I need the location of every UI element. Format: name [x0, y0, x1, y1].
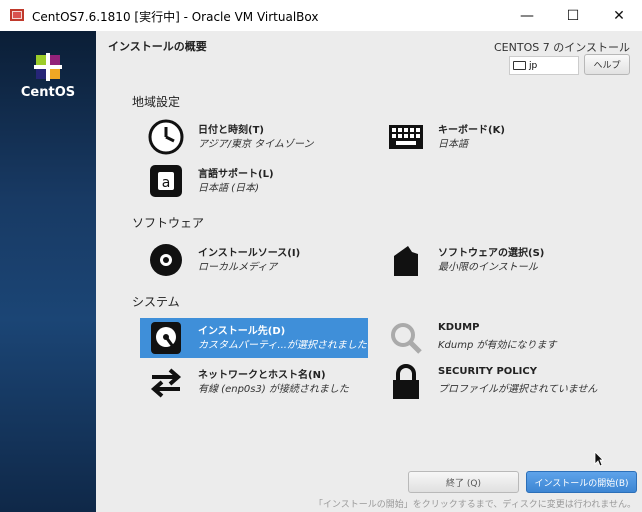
spoke-kdump-status: Kdump が有効になります: [438, 340, 557, 351]
disk-change-notice: 「インストールの開始」をクリックするまで、ディスクに変更は行われません。: [313, 500, 636, 510]
network-arrows-icon: [150, 368, 182, 398]
maximize-button[interactable]: ☐: [550, 0, 596, 31]
lock-icon: [393, 364, 419, 399]
virtualbox-icon: [10, 9, 24, 21]
spoke-keyboard-name: キーボード(K): [438, 125, 505, 136]
sidebar: CentOS: [0, 31, 96, 512]
spoke-install-source[interactable]: インストールソース(I) ローカルメディア: [140, 240, 368, 280]
magnifier-icon: [391, 323, 422, 354]
product-title: CENTOS 7 のインストール: [494, 41, 630, 54]
centos-brand: CentOS: [20, 85, 76, 100]
spoke-security-policy[interactable]: SECURITY POLICY プロファイルが選択されていません: [380, 362, 608, 402]
begin-installation-button[interactable]: インストールの開始(B): [526, 471, 637, 493]
minimize-button[interactable]: —: [504, 0, 550, 31]
page-title: インストールの概要: [108, 40, 207, 53]
help-button[interactable]: ヘルプ: [584, 54, 630, 75]
keyboard-layout-indicator[interactable]: jp: [509, 56, 579, 75]
main-panel: インストールの概要 CENTOS 7 のインストール jp ヘルプ 地域設定 日…: [96, 31, 642, 512]
spoke-kdump-name: KDUMP: [438, 322, 480, 333]
section-localization: 地域設定: [132, 95, 181, 109]
spoke-datetime-status: アジア/東京 タイムゾーン: [198, 139, 314, 150]
keyboard-layout-label: jp: [529, 60, 538, 71]
spoke-language-name: 言語サポート(L): [198, 169, 274, 180]
close-button[interactable]: ✕: [596, 0, 642, 31]
quit-button[interactable]: 終了 (Q): [408, 471, 519, 493]
spoke-keyboard-status: 日本語: [438, 139, 468, 150]
spoke-security-status: プロファイルが選択されていません: [438, 384, 598, 395]
spoke-language-status: 日本語 (日本): [198, 183, 259, 194]
spoke-kdump[interactable]: KDUMP Kdump が有効になります: [380, 318, 608, 358]
language-icon: a: [150, 165, 182, 197]
spoke-software-status: 最小限のインストール: [438, 262, 538, 273]
spoke-network[interactable]: ネットワークとホスト名(N) 有線 (enp0s3) が接続されました: [140, 362, 368, 402]
section-system: システム: [132, 295, 180, 309]
mouse-cursor-icon: [594, 451, 604, 467]
centos-logo-icon: [34, 53, 62, 81]
disc-icon: [150, 244, 182, 276]
installer-window: CentOS インストールの概要 CENTOS 7 のインストール jp ヘルプ…: [0, 31, 642, 512]
spoke-destination-name: インストール先(D): [198, 326, 286, 337]
keyboard-small-icon: [513, 61, 526, 70]
spoke-network-status: 有線 (enp0s3) が接続されました: [198, 384, 349, 395]
spoke-language[interactable]: a 言語サポート(L) 日本語 (日本): [140, 161, 368, 201]
spoke-datetime[interactable]: 日付と時刻(T) アジア/東京 タイムゾーン: [140, 117, 368, 157]
window-title: CentOS7.6.1810 [実行中] - Oracle VM Virtual…: [32, 10, 319, 24]
spoke-keyboard[interactable]: キーボード(K) 日本語: [380, 117, 608, 157]
spoke-install-destination[interactable]: インストール先(D) カスタムパーティ...が選択されました: [140, 318, 368, 358]
spoke-source-name: インストールソース(I): [198, 248, 301, 259]
section-software: ソフトウェア: [132, 216, 205, 230]
spoke-destination-status: カスタムパーティ...が選択されました: [198, 340, 367, 351]
spoke-datetime-name: 日付と時刻(T): [198, 125, 264, 136]
spoke-network-name: ネットワークとホスト名(N): [198, 370, 326, 381]
window-titlebar: CentOS7.6.1810 [実行中] - Oracle VM Virtual…: [0, 0, 642, 32]
spoke-security-name: SECURITY POLICY: [438, 366, 537, 377]
keyboard-icon: [389, 125, 423, 149]
spoke-source-status: ローカルメディア: [198, 262, 278, 273]
hard-drive-icon: [151, 322, 181, 354]
spoke-software-name: ソフトウェアの選択(S): [438, 248, 545, 259]
clock-icon: [148, 119, 184, 155]
package-icon: [394, 246, 418, 276]
spoke-software-selection[interactable]: ソフトウェアの選択(S) 最小限のインストール: [380, 240, 608, 280]
svg-text:a: a: [162, 175, 171, 191]
